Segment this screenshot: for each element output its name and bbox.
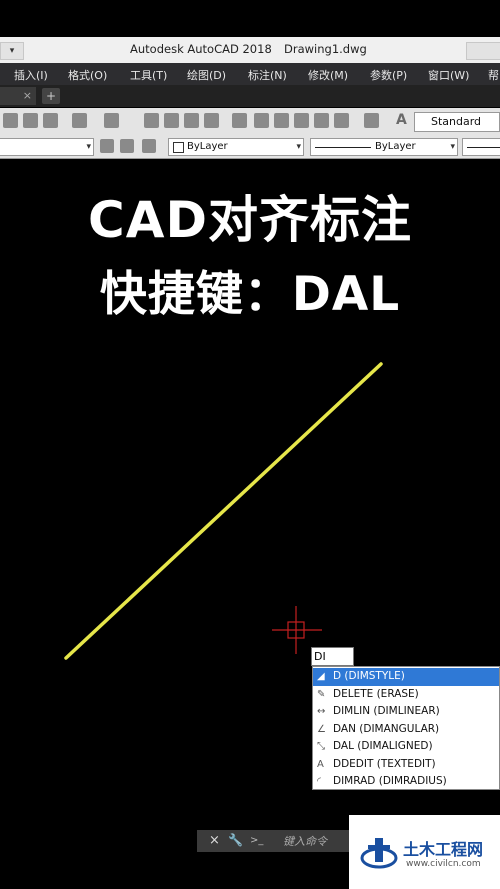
tool-palettes-icon[interactable] (274, 113, 289, 128)
properties-icon[interactable] (232, 113, 247, 128)
undo-icon[interactable] (72, 113, 87, 128)
chevron-down-icon: ▾ (86, 142, 91, 152)
layer-states-icon[interactable] (142, 139, 156, 153)
markup-icon[interactable] (314, 113, 329, 128)
linetype-value: ByLayer (375, 141, 416, 152)
menu-insert[interactable]: 插入(I) (14, 67, 48, 83)
textedit-icon: A (317, 758, 324, 770)
dimangular-icon: ∠ (317, 723, 326, 735)
color-select[interactable]: ByLayer ▾ (168, 138, 304, 156)
suggestion-erase[interactable]: ✎ DELETE (ERASE) (313, 686, 499, 704)
suggestion-dimangular[interactable]: ∠ DAN (DIMANGULAR) (313, 721, 499, 739)
menu-help[interactable]: 帮 (488, 67, 499, 83)
zoom-window-icon[interactable] (184, 113, 199, 128)
lineweight-preview (467, 147, 500, 148)
app-title: Autodesk AutoCAD 2018 (130, 42, 272, 56)
color-swatch-icon (173, 142, 184, 153)
quickcalc-icon[interactable] (334, 113, 349, 128)
paste-icon[interactable] (3, 113, 18, 128)
layer-previous-icon[interactable] (120, 139, 134, 153)
suggestion-dimstyle[interactable]: ◢ D (DIMSTYLE) (313, 668, 499, 686)
watermark-url: www.civilcn.com (406, 859, 481, 869)
redo-icon[interactable] (104, 113, 119, 128)
help-icon[interactable] (364, 113, 379, 128)
lineweight-select[interactable] (462, 138, 500, 156)
make-current-layer-icon[interactable] (100, 139, 114, 153)
design-center-icon[interactable] (254, 113, 269, 128)
dimstyle-icon: ◢ (317, 671, 325, 682)
file-tab-bar (0, 85, 500, 107)
new-tab-button[interactable]: + (42, 88, 60, 104)
chevron-down-icon: ▾ (296, 142, 301, 152)
menu-modify[interactable]: 修改(M) (308, 67, 348, 83)
command-input[interactable]: 键入命令 (283, 833, 327, 849)
menu-window[interactable]: 窗口(W) (428, 67, 469, 83)
match-properties-icon[interactable] (23, 113, 38, 128)
text-style-select[interactable]: Standard (414, 112, 500, 132)
suggestion-textedit[interactable]: A DDEDIT (TEXTEDIT) (313, 756, 499, 774)
customize-wrench-icon[interactable]: 🔧 (228, 833, 243, 847)
menu-tools[interactable]: 工具(T) (130, 67, 167, 83)
pan-icon[interactable] (144, 113, 159, 128)
command-prompt-icon: >_ (250, 835, 264, 846)
chevron-down-icon: ▾ (450, 142, 455, 152)
file-title: Drawing1.dwg (284, 42, 367, 56)
dimlinear-icon: ↔ (317, 706, 326, 717)
drawn-line[interactable] (64, 362, 383, 660)
suggestion-dimradius[interactable]: ◜ DIMRAD (DIMRADIUS) (313, 773, 499, 791)
quick-access-dropdown[interactable]: ▾ (0, 42, 24, 60)
menu-draw[interactable]: 绘图(D) (187, 67, 226, 83)
command-autocomplete-list: ◢ D (DIMSTYLE) ✎ DELETE (ERASE) ↔ DIMLIN (D… (312, 666, 500, 790)
dimradius-icon: ◜ (317, 776, 321, 787)
block-editor-icon[interactable] (43, 113, 58, 128)
tab-close-icon[interactable]: × (0, 87, 36, 105)
layer-select[interactable]: ▾ (0, 138, 94, 156)
close-icon[interactable]: × (209, 833, 220, 848)
civilcn-logo-icon (360, 838, 398, 869)
linetype-preview (315, 147, 371, 148)
zoom-previous-icon[interactable] (204, 113, 219, 128)
dynamic-command-input[interactable]: DI (311, 647, 354, 666)
window-controls[interactable] (466, 42, 500, 60)
menu-format[interactable]: 格式(O) (68, 67, 107, 83)
zoom-realtime-icon[interactable] (164, 113, 179, 128)
suggestion-dimaligned[interactable]: ⤡ DAL (DIMALIGNED) (313, 738, 499, 756)
erase-icon: ✎ (317, 688, 326, 700)
suggestion-dimlinear[interactable]: ↔ DIMLIN (DIMLINEAR) (313, 703, 499, 721)
menu-parameter[interactable]: 参数(P) (370, 67, 407, 83)
menu-dimension[interactable]: 标注(N) (248, 67, 287, 83)
text-style-icon[interactable]: A (396, 112, 412, 130)
sheet-set-icon[interactable] (294, 113, 309, 128)
color-value: ByLayer (187, 141, 228, 152)
dimaligned-icon: ⤡ (317, 741, 325, 752)
watermark-brand: 土木工程网 (403, 840, 484, 859)
linetype-select[interactable]: ByLayer ▾ (310, 138, 458, 156)
